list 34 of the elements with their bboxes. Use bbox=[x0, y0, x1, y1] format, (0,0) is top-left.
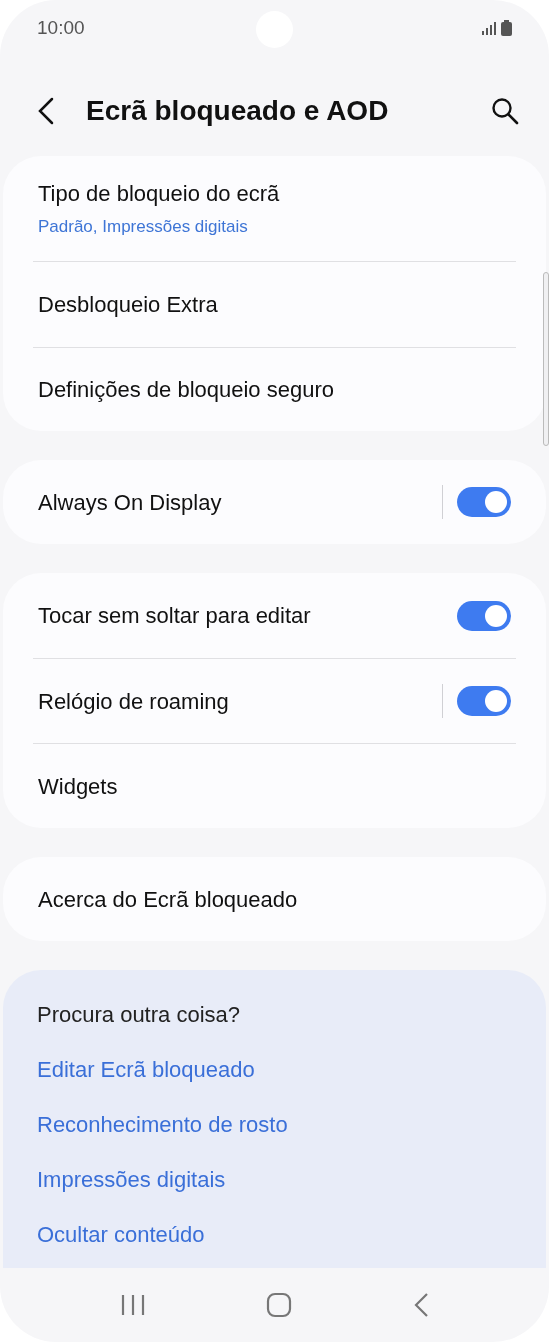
item-title: Always On Display bbox=[38, 488, 223, 517]
back-button[interactable] bbox=[36, 96, 56, 126]
suggestion-link[interactable]: Editar Ecrã bloqueado bbox=[37, 1053, 512, 1086]
suggestion-link[interactable]: Reconhecimento de rosto bbox=[37, 1108, 512, 1141]
item-title: Tipo de bloqueio do ecrã bbox=[38, 180, 281, 209]
battery-icon bbox=[501, 20, 512, 36]
item-subtitle: Padrão, Impressões digitais bbox=[38, 216, 249, 239]
home-button[interactable] bbox=[265, 1292, 292, 1318]
item-title: Relógio de roaming bbox=[38, 687, 230, 716]
settings-item[interactable]: Tocar sem soltar para editar bbox=[33, 573, 516, 659]
settings-item[interactable]: Desbloqueio Extra bbox=[33, 262, 516, 348]
recents-button[interactable] bbox=[120, 1293, 145, 1317]
suggestion-link[interactable]: Ocultar conteúdo bbox=[37, 1218, 512, 1251]
page-title: Ecrã bloqueado e AOD bbox=[86, 94, 390, 128]
signal-icon bbox=[482, 21, 497, 35]
settings-item[interactable]: Acerca do Ecrã bloqueado bbox=[33, 857, 516, 941]
settings-item[interactable]: Relógio de roaming bbox=[33, 659, 516, 744]
settings-item[interactable]: Widgets bbox=[33, 744, 516, 828]
settings-item[interactable]: Always On Display bbox=[33, 460, 516, 544]
toggle-switch[interactable] bbox=[457, 600, 511, 631]
toggle-switch[interactable] bbox=[457, 487, 511, 517]
settings-item[interactable]: Definições de bloqueio seguro bbox=[33, 348, 516, 431]
suggestion-link[interactable]: Impressões digitais bbox=[37, 1163, 512, 1196]
item-title: Widgets bbox=[38, 772, 119, 801]
toggle-switch[interactable] bbox=[457, 686, 511, 716]
item-title: Definições de bloqueio seguro bbox=[38, 376, 335, 404]
item-title: Tocar sem soltar para editar bbox=[38, 602, 312, 630]
settings-item[interactable]: Tipo de bloqueio do ecrã Padrão, Impressões digitais bbox=[33, 156, 516, 262]
item-title: Desbloqueio Extra bbox=[38, 291, 219, 319]
back-nav-button[interactable] bbox=[412, 1292, 429, 1318]
suggestion-title: Procura outra coisa? bbox=[37, 1001, 241, 1029]
item-title: Acerca do Ecrã bloqueado bbox=[38, 885, 299, 914]
search-button[interactable] bbox=[491, 97, 519, 125]
clock: 10:00 bbox=[37, 15, 85, 40]
